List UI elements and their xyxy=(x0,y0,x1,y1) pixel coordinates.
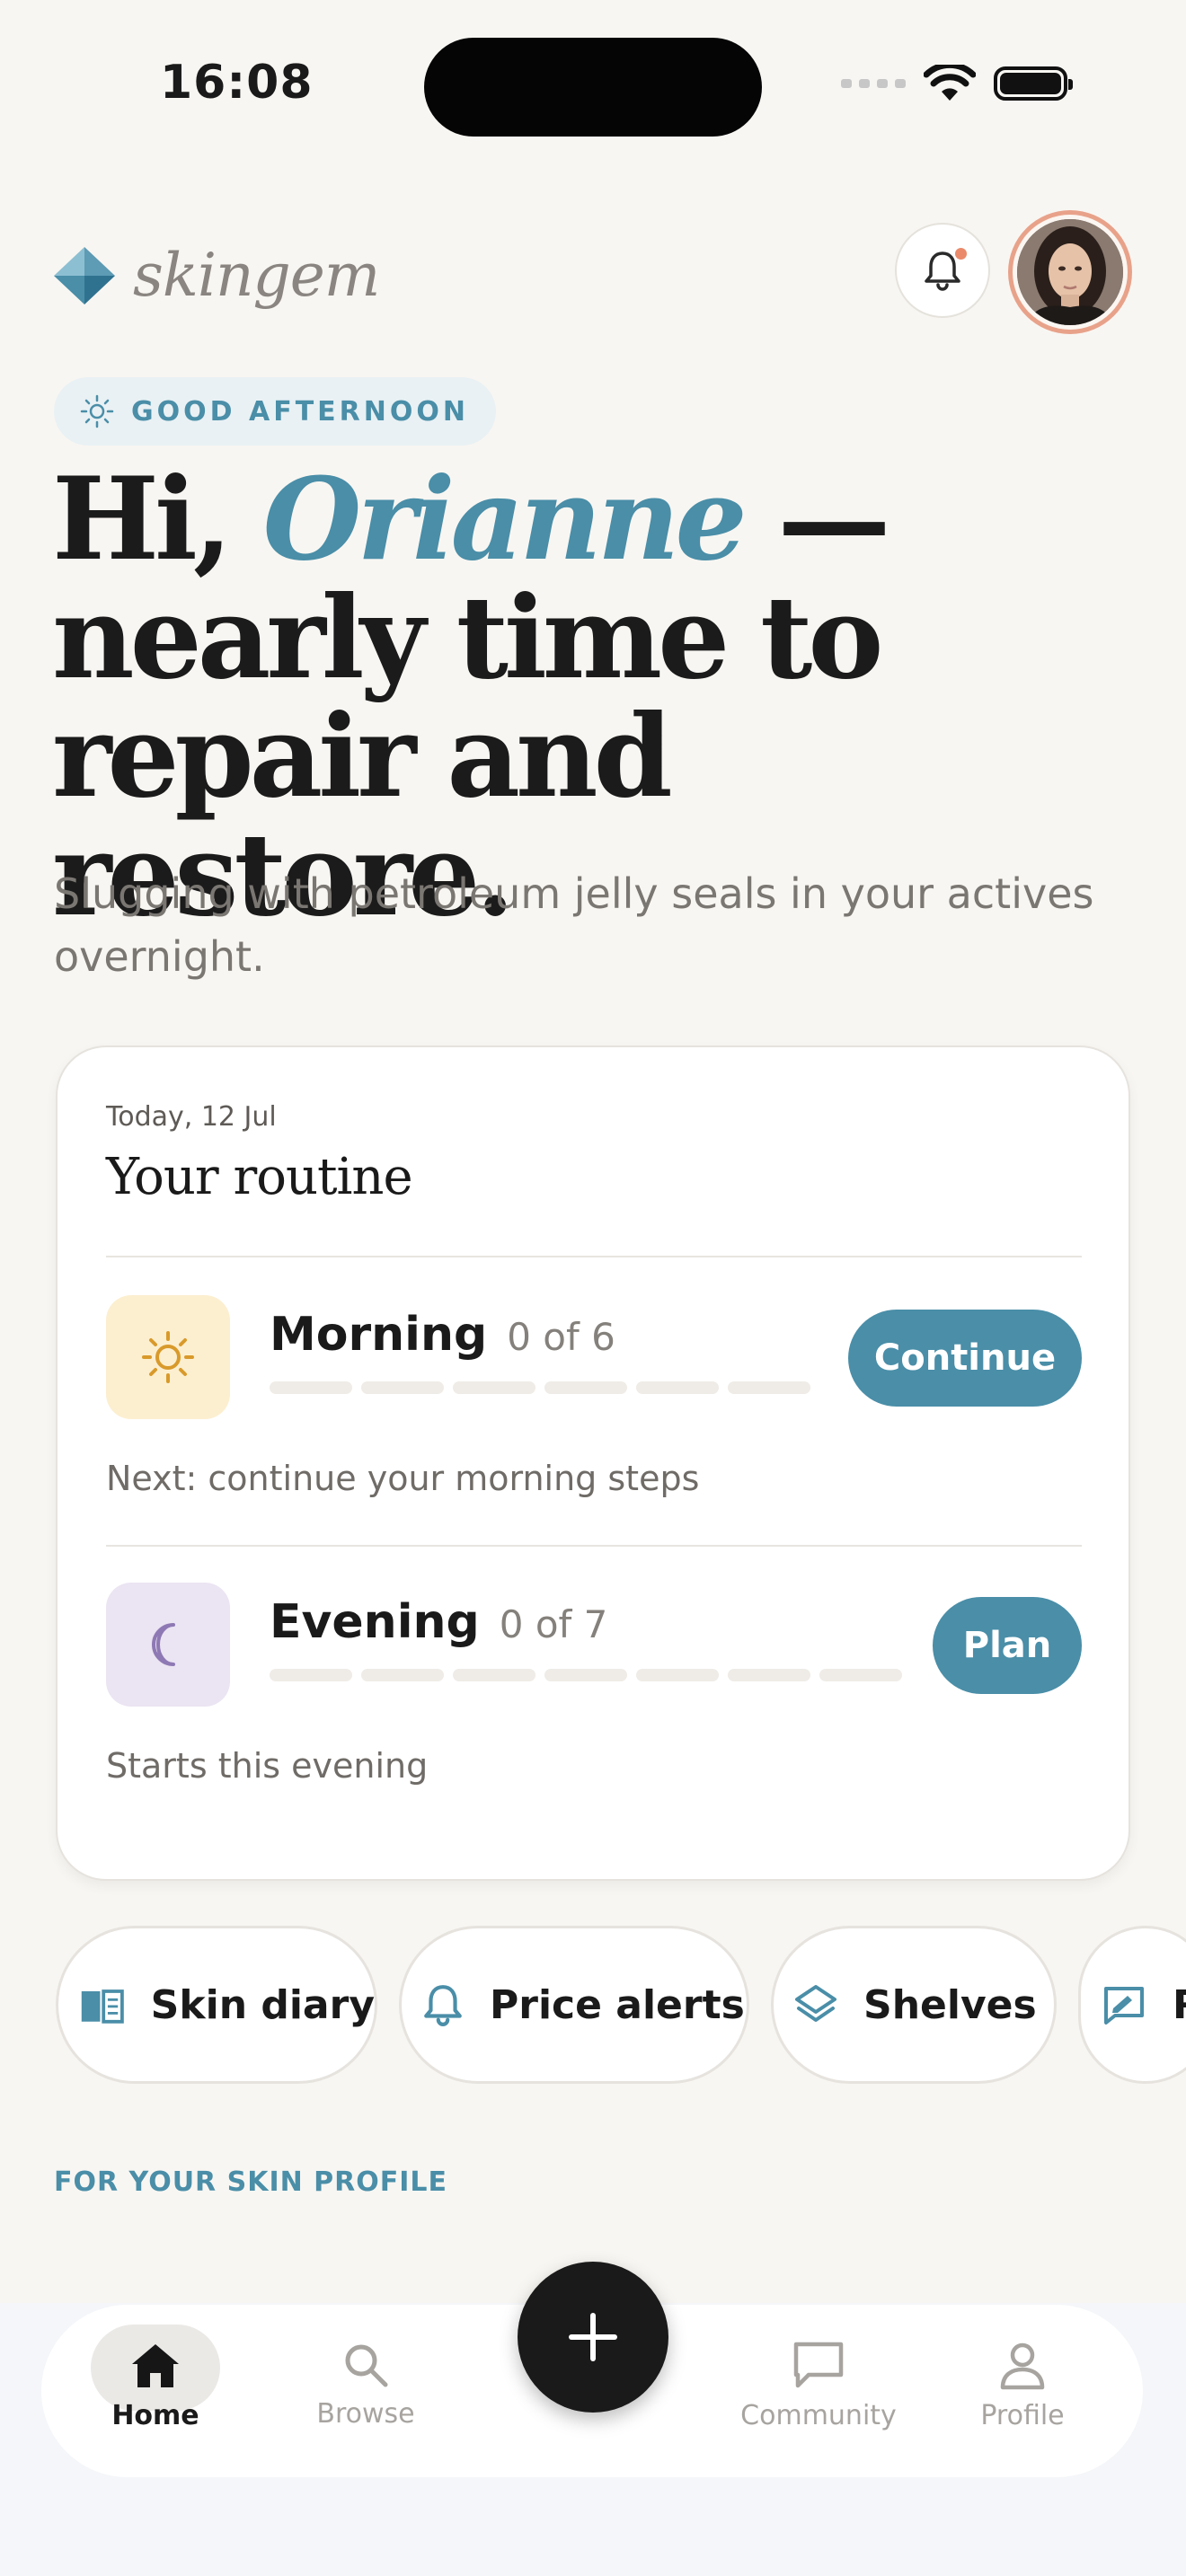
evening-icon-tile xyxy=(106,1583,230,1707)
tab-label: Browse xyxy=(316,2398,415,2430)
chip-label: Skin diary xyxy=(150,1981,375,2028)
review-icon xyxy=(1104,1987,1144,2025)
morning-routine: Morning 0 of 6 xyxy=(270,1308,810,1394)
status-time: 16:08 xyxy=(160,56,314,110)
notifications-button[interactable] xyxy=(895,223,990,318)
chip-label: Shelves xyxy=(863,1981,1037,2028)
progress-segment xyxy=(361,1669,444,1681)
progress-segment xyxy=(453,1669,535,1681)
morning-continue-button[interactable]: Continue xyxy=(848,1310,1082,1407)
home-icon xyxy=(132,2344,179,2387)
morning-progress-text: 0 of 6 xyxy=(507,1315,615,1359)
chat-icon xyxy=(793,2342,844,2388)
chip-label: R xyxy=(1173,1982,1186,2028)
moon-icon xyxy=(152,1623,175,1666)
progress-segment xyxy=(544,1381,627,1394)
progress-segment xyxy=(728,1669,810,1681)
progress-segment xyxy=(819,1669,902,1681)
shelves-chip[interactable]: Shelves xyxy=(771,1926,1057,2084)
evening-label: Evening xyxy=(270,1595,480,1649)
progress-segment xyxy=(728,1381,810,1394)
review-chip[interactable]: R xyxy=(1078,1926,1186,2084)
plus-icon xyxy=(569,2313,617,2361)
progress-segment xyxy=(544,1669,627,1681)
progress-segment xyxy=(361,1381,444,1394)
status-icons xyxy=(841,65,1073,102)
price-alerts-chip[interactable]: Price alerts xyxy=(399,1926,749,2084)
morning-label: Morning xyxy=(270,1308,488,1362)
evening-routine: Evening 0 of 7 xyxy=(270,1595,902,1681)
routine-date: Today, 12 Jul xyxy=(106,1101,277,1133)
bell-icon xyxy=(424,1985,462,2026)
section-label: FOR YOUR SKIN PROFILE xyxy=(54,2166,448,2198)
tab-label: Community xyxy=(740,2400,897,2431)
evening-plan-button[interactable]: Plan xyxy=(933,1597,1082,1694)
avatar-photo xyxy=(1017,219,1123,325)
battery-icon xyxy=(994,66,1073,101)
progress-segment xyxy=(636,1381,719,1394)
sun-icon xyxy=(80,394,114,428)
app-logo[interactable]: skingem xyxy=(54,241,380,310)
wifi-icon xyxy=(924,65,976,101)
evening-progress-bar xyxy=(270,1669,902,1681)
page-subtitle: Slugging with petroleum jelly seals in y… xyxy=(54,869,1094,981)
avatar[interactable] xyxy=(1008,210,1132,334)
progress-segment xyxy=(453,1381,535,1394)
progress-segment xyxy=(270,1381,352,1394)
divider xyxy=(106,1545,1082,1547)
evening-note: Starts this evening xyxy=(106,1746,429,1786)
tab-label: Home xyxy=(111,2400,199,2431)
search-icon xyxy=(345,2344,388,2387)
morning-icon-tile xyxy=(106,1295,230,1419)
add-button[interactable] xyxy=(518,2262,668,2413)
signal-dots-icon xyxy=(841,79,906,88)
greeting-text: GOOD AFTERNOON xyxy=(131,395,469,428)
progress-segment xyxy=(270,1669,352,1681)
book-icon xyxy=(81,1989,124,2024)
notification-dot xyxy=(955,248,967,260)
divider xyxy=(106,1256,1082,1257)
morning-progress-bar xyxy=(270,1381,810,1394)
tab-browse[interactable]: Browse xyxy=(285,2326,447,2459)
app-name: skingem xyxy=(133,241,380,310)
routine-card: Today, 12 Jul Your routine Morning 0 of … xyxy=(56,1045,1130,1881)
tab-community[interactable]: Community xyxy=(738,2326,899,2459)
routine-title: Your routine xyxy=(106,1148,413,1206)
headline-user-name: Orianne xyxy=(262,453,748,586)
sun-icon xyxy=(142,1331,194,1383)
dynamic-island xyxy=(424,38,762,137)
tab-label: Profile xyxy=(980,2400,1065,2431)
layers-icon xyxy=(795,1985,836,2022)
morning-note: Next: continue your morning steps xyxy=(106,1459,700,1498)
tab-home[interactable]: Home xyxy=(75,2326,236,2459)
tab-profile[interactable]: Profile xyxy=(942,2326,1103,2459)
evening-progress-text: 0 of 7 xyxy=(499,1602,608,1646)
person-icon xyxy=(1000,2342,1045,2390)
chip-label: Price alerts xyxy=(490,1981,745,2028)
skin-diary-chip[interactable]: Skin diary xyxy=(56,1926,377,2084)
greeting-badge: GOOD AFTERNOON xyxy=(54,377,496,446)
progress-segment xyxy=(636,1669,719,1681)
headline-prefix: Hi, xyxy=(52,453,263,586)
gem-icon xyxy=(54,246,115,304)
